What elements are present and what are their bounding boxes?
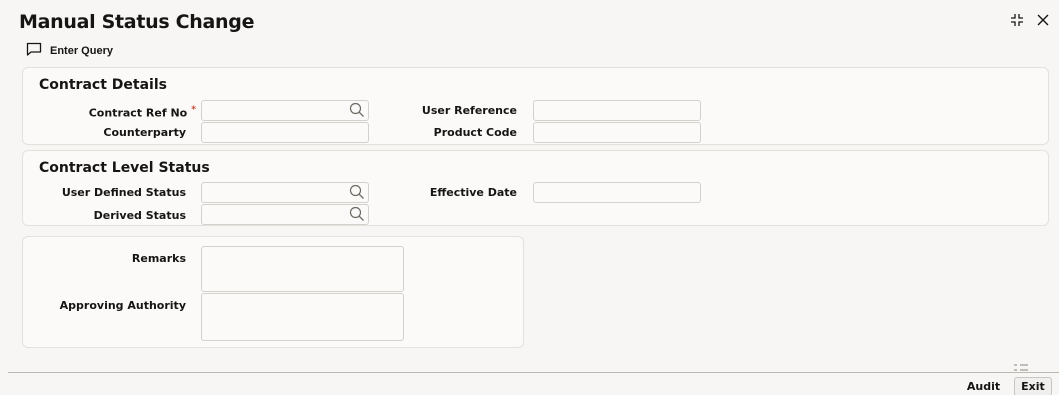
collapse-icon[interactable] [1009, 12, 1025, 28]
counterparty-label: Counterparty [103, 126, 186, 139]
title-bar: Manual Status Change [0, 0, 1059, 38]
effective-date-label: Effective Date [429, 186, 517, 199]
search-icon[interactable] [349, 102, 365, 118]
user-defined-status-input[interactable] [201, 182, 369, 203]
contract-ref-no-label: Contract Ref No * [88, 104, 196, 120]
remarks-panel: Remarks Approving Authority [22, 236, 524, 348]
chat-bubble-icon [26, 42, 42, 59]
derived-status-input[interactable] [201, 204, 369, 225]
footer-divider [8, 372, 1059, 373]
remarks-textarea[interactable] [201, 246, 404, 292]
derived-status-label: Derived Status [93, 209, 186, 222]
approving-authority-label: Approving Authority [59, 299, 186, 312]
approving-authority-textarea[interactable] [201, 293, 404, 341]
effective-date-input[interactable] [533, 182, 701, 203]
user-defined-status-label: User Defined Status [61, 186, 186, 199]
page-title: Manual Status Change [19, 11, 255, 33]
exit-button[interactable]: Exit [1014, 377, 1052, 395]
contract-details-title: Contract Details [39, 77, 167, 93]
required-marker: * [191, 104, 196, 115]
contract-ref-no-input[interactable] [201, 100, 369, 121]
search-icon[interactable] [349, 184, 365, 200]
user-reference-input[interactable] [533, 100, 701, 121]
enter-query-button[interactable]: Enter Query [26, 42, 113, 59]
counterparty-input[interactable] [201, 122, 369, 143]
window-controls [1009, 12, 1051, 28]
enter-query-label: Enter Query [50, 44, 113, 57]
contract-level-status-panel: Contract Level Status User Defined Statu… [22, 150, 1049, 226]
audit-button[interactable]: Audit [960, 377, 1007, 395]
product-code-label: Product Code [433, 126, 517, 139]
remarks-label: Remarks [131, 252, 186, 265]
search-icon[interactable] [349, 206, 365, 222]
user-reference-label: User Reference [421, 104, 517, 117]
contract-level-status-title: Contract Level Status [39, 160, 210, 176]
contract-details-panel: Contract Details Contract Ref No * Counte… [22, 67, 1049, 145]
close-icon[interactable] [1035, 12, 1051, 28]
product-code-input[interactable] [533, 122, 701, 143]
